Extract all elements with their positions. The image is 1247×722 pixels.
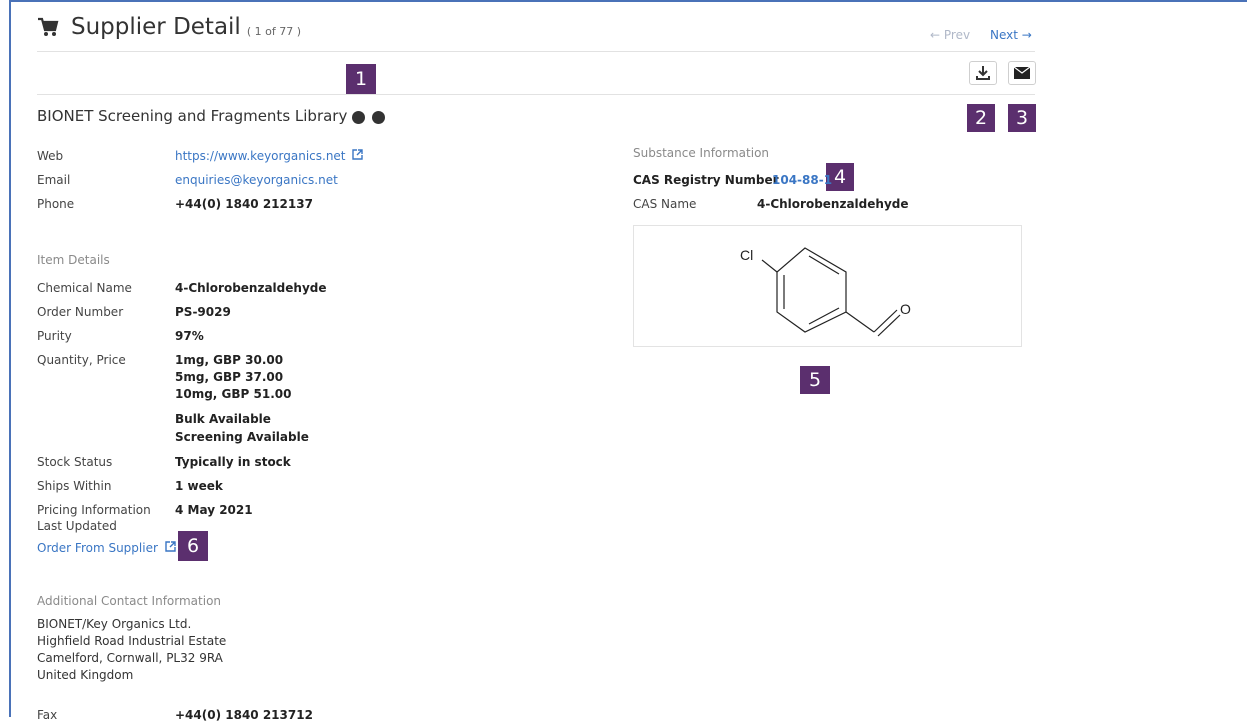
- structure-diagram: Cl O: [633, 225, 1022, 347]
- stock-status-value: Typically in stock: [175, 455, 291, 469]
- header-divider: [37, 51, 1035, 52]
- prev-link[interactable]: ← Prev: [930, 28, 970, 42]
- fax-label: Fax: [37, 708, 58, 722]
- cas-name-label: CAS Name: [633, 197, 697, 211]
- page-title: Supplier Detail ( 1 of 77 ): [37, 14, 301, 40]
- toolbar-divider: [37, 94, 1035, 95]
- chemical-name-label: Chemical Name: [37, 281, 132, 295]
- web-label: Web: [37, 149, 64, 163]
- shopping-cart-icon: [37, 17, 59, 37]
- phone-value: +44(0) 1840 212137: [175, 197, 313, 211]
- cas-name-value: 4-Chlorobenzaldehyde: [757, 197, 909, 211]
- pricing-info-label: Pricing Information: [37, 503, 151, 517]
- c-cl-bond: [761, 259, 778, 273]
- external-link-icon: [165, 541, 176, 552]
- purity-value: 97%: [175, 329, 204, 343]
- callout-badge-6: 6: [178, 531, 208, 561]
- email-button[interactable]: [1008, 61, 1036, 85]
- download-icon: [976, 66, 990, 80]
- supplier-name: BIONET Screening and Fragments Library: [37, 107, 348, 125]
- email-link[interactable]: enquiries@keyorganics.net: [175, 173, 338, 187]
- oxygen-atom-label: O: [900, 301, 911, 317]
- address-line: Camelford, Cornwall, PL32 9RA: [37, 651, 223, 665]
- address-line: Highfield Road Industrial Estate: [37, 634, 227, 648]
- quantity-price-label: Quantity, Price: [37, 353, 126, 367]
- molecule-svg: Cl O: [740, 247, 911, 337]
- web-link[interactable]: https://www.keyorganics.net: [175, 149, 364, 163]
- ships-within-label: Ships Within: [37, 479, 112, 493]
- item-details-heading: Item Details: [37, 253, 110, 267]
- substance-info-heading: Substance Information: [633, 146, 770, 160]
- price-line: 5mg, GBP 37.00: [175, 370, 284, 384]
- cas-number-link[interactable]: 104-88-1: [772, 173, 832, 187]
- callout-badge-5: 5: [800, 366, 830, 394]
- purity-label: Purity: [37, 329, 72, 343]
- order-from-supplier-link[interactable]: Order From Supplier: [37, 541, 176, 555]
- price-line: 10mg, GBP 51.00: [175, 387, 292, 401]
- window-frame-top: [9, 0, 1247, 2]
- web-link-text: https://www.keyorganics.net: [175, 149, 346, 163]
- order-number-label: Order Number: [37, 305, 124, 319]
- availability-line: Bulk Available: [175, 412, 271, 426]
- order-link-text: Order From Supplier: [37, 541, 158, 555]
- stock-status-label: Stock Status: [37, 455, 113, 469]
- callout-badge-3: 3: [1008, 104, 1036, 132]
- window-frame-left: [9, 0, 11, 717]
- email-label: Email: [37, 173, 71, 187]
- address-line: United Kingdom: [37, 668, 134, 682]
- order-number-value: PS-9029: [175, 305, 231, 319]
- phone-label: Phone: [37, 197, 75, 211]
- chlorine-atom-label: Cl: [740, 247, 753, 263]
- callout-badge-2: 2: [967, 104, 995, 132]
- chemical-name-value: 4-Chlorobenzaldehyde: [175, 281, 327, 295]
- page-title-text: Supplier Detail: [71, 14, 241, 40]
- similarity-search-icon[interactable]: [372, 111, 385, 124]
- envelope-icon: [1014, 67, 1030, 79]
- benzene-ring: [776, 247, 847, 333]
- ships-within-value: 1 week: [175, 479, 223, 493]
- download-button[interactable]: [969, 61, 997, 85]
- structure-search-icon[interactable]: [352, 111, 365, 124]
- aldehyde-bond: [845, 311, 875, 333]
- fax-value: +44(0) 1840 213712: [175, 708, 313, 722]
- callout-badge-1: 1: [346, 64, 376, 94]
- additional-contact-heading: Additional Contact Information: [37, 594, 222, 608]
- record-counter: ( 1 of 77 ): [246, 24, 301, 38]
- next-link[interactable]: Next →: [990, 28, 1032, 42]
- address-line: BIONET/Key Organics Ltd.: [37, 617, 192, 631]
- external-link-icon: [352, 149, 364, 160]
- price-line: 1mg, GBP 30.00: [175, 353, 284, 367]
- pricing-date-value: 4 May 2021: [175, 503, 253, 517]
- cas-number-label: CAS Registry Number: [633, 173, 779, 187]
- pricing-updated-label: Last Updated: [37, 519, 117, 533]
- availability-line: Screening Available: [175, 430, 309, 444]
